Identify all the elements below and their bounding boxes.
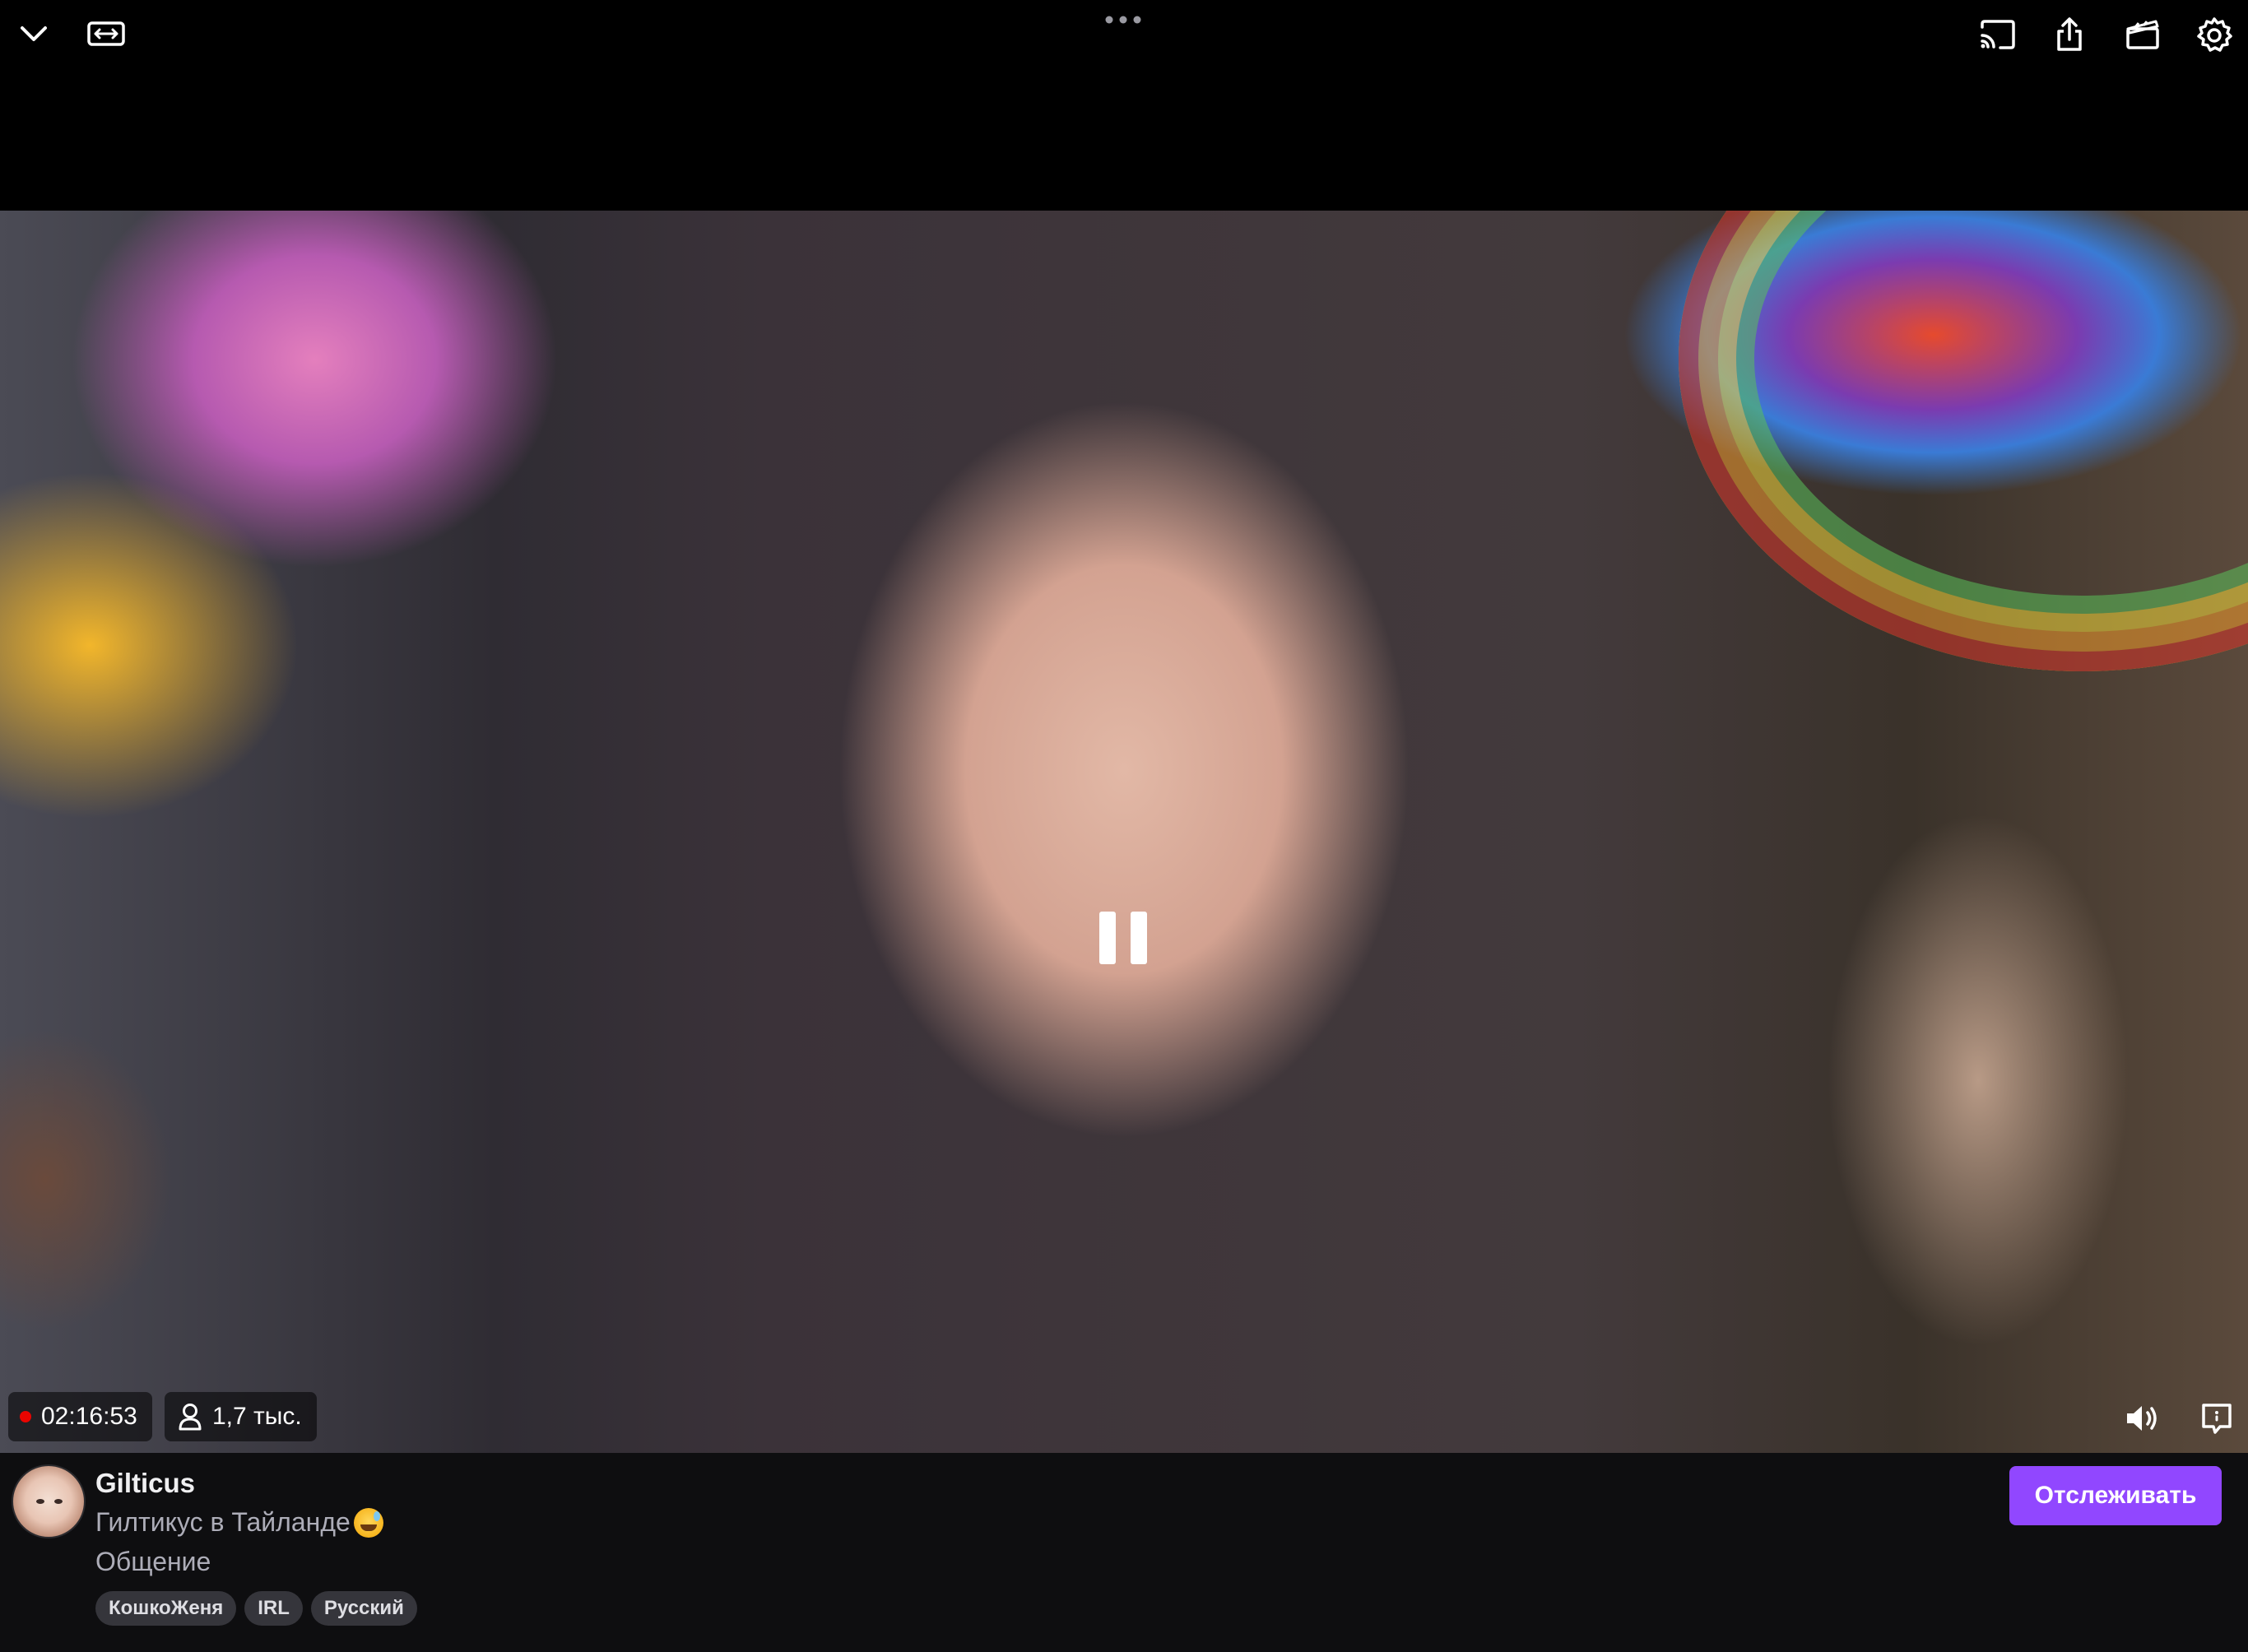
follow-button[interactable]: Отслеживать xyxy=(2009,1466,2222,1525)
tag[interactable]: КошкоЖеня xyxy=(95,1591,237,1626)
stream-title: Гилтикус в Тайланде xyxy=(95,1507,383,1538)
viewer-count: 1,7 тыс. xyxy=(212,1403,302,1430)
chat-icon[interactable] xyxy=(2194,1395,2240,1441)
share-icon[interactable] xyxy=(2047,10,2092,59)
chevron-down-icon[interactable] xyxy=(12,12,56,56)
tag[interactable]: IRL xyxy=(244,1591,303,1626)
live-time: 02:16:53 xyxy=(41,1403,137,1430)
pause-icon[interactable] xyxy=(1099,912,1149,964)
person-icon xyxy=(179,1404,202,1431)
sweat-smile-emoji-icon xyxy=(353,1507,383,1538)
top-bar xyxy=(0,0,2248,211)
tag-list: КошкоЖеня IRL Русский xyxy=(95,1591,417,1626)
live-indicator-dot xyxy=(20,1411,31,1422)
settings-icon[interactable] xyxy=(2190,10,2238,59)
video-player[interactable]: 02:16:53 1,7 тыс. xyxy=(0,211,2248,1453)
channel-name[interactable]: Gilticus xyxy=(95,1468,195,1499)
drag-handle-icon[interactable] xyxy=(1098,8,1148,31)
clip-icon[interactable] xyxy=(2120,10,2166,59)
stream-category[interactable]: Общение xyxy=(95,1547,211,1577)
expand-horizontal-icon[interactable] xyxy=(82,12,130,56)
tag[interactable]: Русский xyxy=(310,1591,417,1626)
volume-icon[interactable] xyxy=(2118,1395,2167,1441)
video-frame-decoration xyxy=(1629,211,2248,721)
viewer-count-badge: 1,7 тыс. xyxy=(165,1392,317,1441)
live-duration-badge: 02:16:53 xyxy=(8,1392,152,1441)
stream-title-text: Гилтикус в Тайланде xyxy=(95,1507,351,1537)
stream-info-panel: Gilticus Гилтикус в Тайланде Общение Кош… xyxy=(0,1453,2248,1652)
avatar[interactable] xyxy=(12,1464,86,1538)
cast-icon[interactable] xyxy=(1973,10,2023,59)
